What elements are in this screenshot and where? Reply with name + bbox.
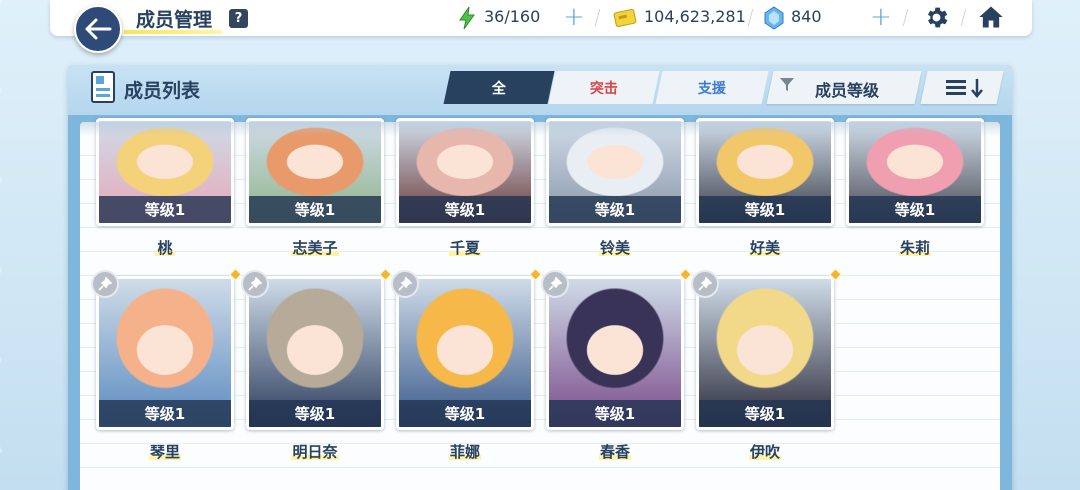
arrow-left-icon xyxy=(85,18,112,40)
filter-icon xyxy=(779,76,795,96)
ap-counter: 36/160 xyxy=(484,7,541,26)
level-label: 等级1 xyxy=(399,400,531,427)
gear-icon[interactable] xyxy=(923,4,950,35)
tab-strike[interactable]: 突击 xyxy=(548,71,660,104)
member-name: 琴里 xyxy=(149,443,180,461)
member-name: 千夏 xyxy=(449,239,480,257)
pin-icon[interactable] xyxy=(541,270,569,298)
gem-counter: 840 xyxy=(791,7,822,26)
help-icon[interactable]: ? xyxy=(229,9,248,28)
member-portrait: 等级1 xyxy=(96,276,234,430)
pin-icon[interactable] xyxy=(391,270,419,298)
sort-descending-icon xyxy=(944,77,988,103)
level-label: 等级1 xyxy=(549,196,681,223)
panel-title: 成员列表 xyxy=(124,80,201,102)
member-name: 菲娜 xyxy=(449,443,480,461)
level-label: 等级1 xyxy=(849,196,981,223)
level-label: 等级1 xyxy=(99,196,231,223)
member-portrait: 等级1 xyxy=(246,276,384,430)
ap-plus-button[interactable]: + xyxy=(563,4,585,30)
page-title: 成员管理 xyxy=(136,9,213,31)
member-name: 桃 xyxy=(157,239,173,257)
gem-plus-button[interactable]: + xyxy=(870,4,892,30)
pin-icon[interactable] xyxy=(691,270,719,298)
level-label: 等级1 xyxy=(399,196,531,223)
member-list-icon xyxy=(90,70,118,110)
member-portrait: 等级1 xyxy=(396,276,534,430)
level-label: 等级1 xyxy=(249,196,381,223)
sort-label: 成员等级 xyxy=(815,81,880,100)
gem-icon xyxy=(764,6,784,34)
pin-icon[interactable] xyxy=(241,270,269,298)
member-portrait: 等级1 xyxy=(546,276,684,430)
tab-all[interactable]: 全 xyxy=(443,71,555,104)
level-label: 等级1 xyxy=(549,400,681,427)
member-name: 伊吹 xyxy=(749,443,780,461)
level-label: 等级1 xyxy=(699,400,831,427)
home-icon[interactable] xyxy=(977,3,1005,35)
member-name: 明日奈 xyxy=(292,443,338,461)
member-name: 铃美 xyxy=(599,239,630,257)
tab-support[interactable]: 支援 xyxy=(655,71,769,104)
member-name: 志美子 xyxy=(292,239,338,257)
member-name: 好美 xyxy=(749,239,780,257)
member-name: 春香 xyxy=(599,443,630,461)
lightning-icon xyxy=(458,6,476,34)
member-name: 朱莉 xyxy=(899,239,930,257)
level-label: 等级1 xyxy=(99,400,231,427)
credit-icon xyxy=(613,8,637,32)
level-label: 等级1 xyxy=(249,400,381,427)
member-portrait: 等级1 xyxy=(696,276,834,430)
level-label: 等级1 xyxy=(699,196,831,223)
pin-icon[interactable] xyxy=(91,270,119,298)
credit-counter: 104,623,281 xyxy=(644,7,746,26)
back-button[interactable] xyxy=(74,5,122,53)
